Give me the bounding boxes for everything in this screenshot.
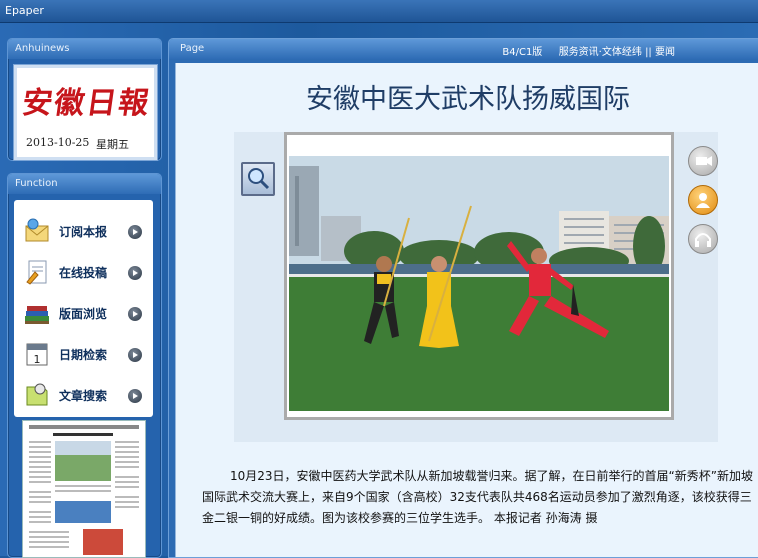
article-search-icon (26, 383, 48, 406)
function-panel-header: Function (8, 174, 161, 194)
chevron-right-icon[interactable] (128, 389, 142, 403)
profile-button[interactable] (688, 185, 718, 215)
page-panel-title: Page (180, 43, 205, 54)
function-item-submit[interactable]: 在线投稿 (14, 254, 153, 292)
function-item-article-search[interactable]: 文章搜索 (14, 377, 153, 415)
function-list: 订阅本报 在线投稿 版面浏览 1 日期检索 文章搜索 (14, 200, 153, 417)
window-titlebar: Epaper (0, 0, 758, 23)
submit-document-icon (26, 260, 47, 285)
article-body: 10月23日，安徽中医药大学武术队从新加坡载誉归来。据了解，在日前举行的首届“新… (202, 469, 753, 525)
video-camera-icon (696, 156, 712, 166)
function-label: 订阅本报 (59, 225, 108, 239)
wushu-athletes-photo (289, 156, 669, 411)
issue-weekday: 星期五 (96, 138, 129, 151)
function-label: 文章搜索 (59, 389, 108, 403)
svg-text:1: 1 (34, 353, 41, 366)
window-title: Epaper (5, 4, 44, 17)
video-button[interactable] (688, 146, 718, 176)
home-section-link[interactable]: 要闻 (655, 47, 675, 58)
photo-area (234, 132, 718, 442)
person-icon (696, 193, 710, 208)
breadcrumb-separator: || (645, 47, 652, 58)
article-content: 安徽中医大武术队扬威国际 10月23日，安徽中医药大学武术队从新加坡载誉归来。据… (175, 63, 758, 557)
chevron-right-icon[interactable] (128, 266, 142, 280)
browse-books-icon (25, 306, 49, 324)
section-link[interactable]: 服务资讯·文体经纬 (559, 47, 642, 58)
newspaper-logo: 安徽日報 (20, 86, 153, 121)
zoom-button[interactable] (241, 162, 275, 196)
function-label: 在线投稿 (59, 266, 108, 280)
brand-panel: Anhuinews 安徽日報 2013-10-25 星期五 (7, 38, 162, 161)
brand-panel-header: Anhuinews (8, 39, 161, 59)
magnifier-icon (248, 168, 270, 190)
function-item-browse[interactable]: 版面浏览 (14, 295, 153, 333)
headphones-icon (695, 233, 711, 247)
function-label: 日期检索 (59, 348, 108, 362)
page-panel: Page B4/C1版 服务资讯·文体经纬 || 要闻 安徽中医大武术队扬威国际 (168, 38, 758, 558)
chevron-right-icon[interactable] (128, 225, 142, 239)
edition-label: B4/C1版 (502, 47, 543, 58)
function-item-subscribe[interactable]: 订阅本报 (14, 213, 153, 251)
page-breadcrumb: B4/C1版 服务资讯·文体经纬 || 要闻 (502, 43, 675, 58)
issue-date: 2013-10-25 (26, 136, 90, 149)
page-thumbnail[interactable] (22, 420, 146, 558)
photo-frame (284, 132, 674, 420)
article-photo[interactable] (289, 156, 669, 411)
audio-button[interactable] (688, 224, 718, 254)
subscribe-envelope-icon (25, 218, 49, 242)
article-headline: 安徽中医大武术队扬威国际 (306, 84, 630, 115)
newspaper-logo-card[interactable]: 安徽日報 2013-10-25 星期五 (14, 65, 157, 160)
function-item-date-search[interactable]: 1 日期检索 (14, 336, 153, 374)
newspaper-page-thumbnail-image (29, 425, 139, 555)
calendar-icon: 1 (26, 343, 48, 366)
chevron-right-icon[interactable] (128, 348, 142, 362)
function-label: 版面浏览 (59, 307, 108, 321)
chevron-right-icon[interactable] (128, 307, 142, 321)
